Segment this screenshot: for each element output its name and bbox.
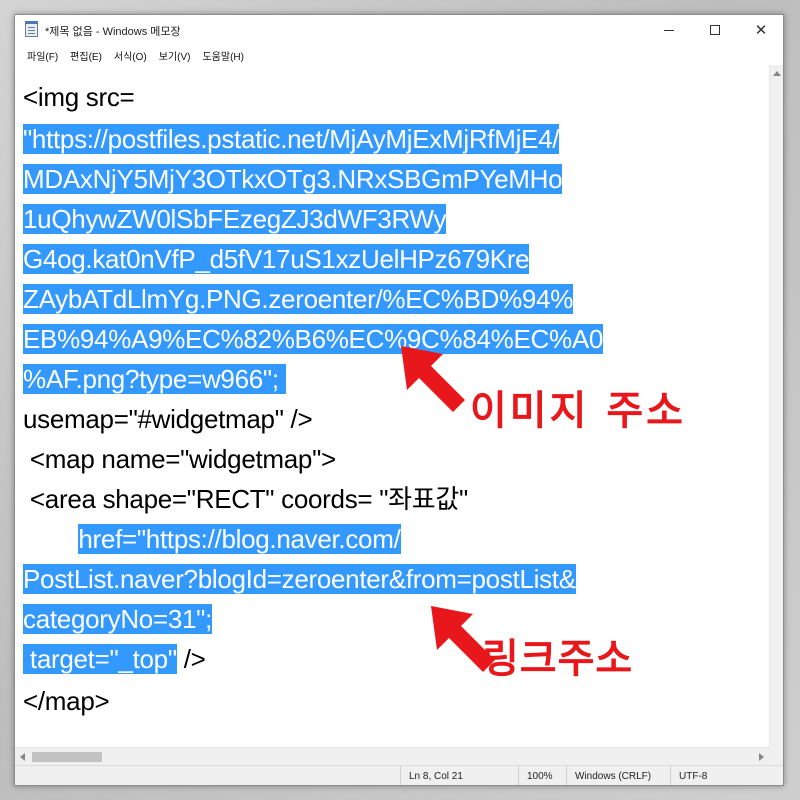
- line-ending: Windows (CRLF): [566, 766, 670, 785]
- editor-line: categoryNo=31";: [23, 603, 212, 635]
- menu-help[interactable]: 도움말(H): [196, 48, 249, 63]
- notepad-icon: [25, 21, 38, 37]
- editor-line: G4og.kat0nVfP_d5fV17uS1xzUelHPz679Kre: [23, 243, 530, 275]
- selected-text: EB%94%A9%EC%82%B6%EC%9C%84%EC%A0: [23, 324, 604, 354]
- menu-format[interactable]: 서식(O): [108, 48, 153, 63]
- status-bar: Ln 8, Col 21 100% Windows (CRLF) UTF-8: [15, 765, 783, 785]
- close-icon: ✕: [754, 20, 768, 39]
- editor-line: <img src=: [23, 81, 135, 113]
- line-text: <map name="widgetmap">: [23, 444, 336, 474]
- close-button[interactable]: ✕: [738, 15, 783, 45]
- scroll-up-icon[interactable]: [773, 71, 781, 76]
- menu-view[interactable]: 보기(V): [153, 48, 197, 63]
- editor-line: ZAybATdLlmYg.PNG.zeroenter/%EC%BD%94%: [23, 283, 573, 315]
- cursor-position: Ln 8, Col 21: [400, 766, 518, 785]
- menu-bar: 파일(F) 편집(E) 서식(O) 보기(V) 도움말(H): [15, 45, 783, 65]
- annotation-arrow-icon: [401, 346, 465, 412]
- line-text: <img src=: [23, 82, 135, 112]
- line-text: usemap="#widgetmap" />: [23, 404, 313, 434]
- editor-line: 1uQhywZW0lSbFEzegZJ3dWF3RWy: [23, 203, 446, 235]
- editor-line: </map>: [23, 685, 110, 717]
- minimize-icon: [664, 29, 674, 31]
- editor-line: %AF.png?type=w966";: [23, 363, 286, 395]
- editor-line: href="https://blog.naver.com/: [23, 523, 401, 555]
- selected-text: PostList.naver?blogId=zeroenter&from=pos…: [23, 564, 576, 594]
- link-address-label: 링크주소: [482, 636, 634, 682]
- screenshot-frame: *제목 없음 - Windows 메모장 ✕ 파일(F) 편집(E) 서식(O)…: [0, 0, 800, 800]
- editor-line: MDAxNjY5MjY3OTkxOTg3.NRxSBGmPYeMHo: [23, 163, 563, 195]
- scroll-right-icon[interactable]: [759, 753, 764, 761]
- line-text: [23, 524, 78, 554]
- editor-line: usemap="#widgetmap" />: [23, 403, 313, 435]
- selected-text: 1uQhywZW0lSbFEzegZJ3dWF3RWy: [23, 204, 447, 234]
- editor-line: target="_top" />: [23, 643, 206, 675]
- menu-file[interactable]: 파일(F): [21, 48, 64, 63]
- line-text: <area shape="RECT" coords= "좌표값": [23, 484, 468, 514]
- editor-line: <area shape="RECT" coords= "좌표값": [23, 483, 468, 515]
- selected-text: target="_top": [23, 644, 177, 674]
- editor-line: "https://postfiles.pstatic.net/MjAyMjExM…: [23, 123, 559, 155]
- minimize-button[interactable]: [646, 15, 692, 45]
- selected-text: ZAybATdLlmYg.PNG.zeroenter/%EC%BD%94%: [23, 284, 574, 314]
- editor-line: EB%94%A9%EC%82%B6%EC%9C%84%EC%A0: [23, 323, 603, 355]
- line-text: />: [176, 644, 206, 674]
- encoding: UTF-8: [670, 766, 783, 785]
- selected-text: G4og.kat0nVfP_d5fV17uS1xzUelHPz679Kre: [23, 244, 530, 274]
- window-title: *제목 없음 - Windows 메모장: [45, 26, 181, 38]
- menu-edit[interactable]: 편집(E): [64, 48, 108, 63]
- zoom-level: 100%: [518, 766, 566, 785]
- selected-text: %AF.png?type=w966";: [23, 364, 286, 394]
- scroll-left-icon[interactable]: [20, 753, 25, 761]
- image-address-label: 이미지 주소: [470, 388, 686, 434]
- vertical-scrollbar[interactable]: [769, 65, 783, 759]
- editor-line: PostList.naver?blogId=zeroenter&from=pos…: [23, 563, 576, 595]
- selected-text: href="https://blog.naver.com/: [78, 524, 401, 554]
- selected-text: categoryNo=31";: [23, 604, 213, 634]
- horizontal-scrollbar[interactable]: [15, 747, 769, 765]
- scrollbar-corner: [769, 747, 783, 765]
- title-bar[interactable]: *제목 없음 - Windows 메모장 ✕: [15, 15, 783, 45]
- editor-line: <map name="widgetmap">: [23, 443, 336, 475]
- selected-text: MDAxNjY5MjY3OTkxOTg3.NRxSBGmPYeMHo: [23, 164, 563, 194]
- horizontal-scroll-thumb[interactable]: [32, 752, 102, 762]
- maximize-button[interactable]: [692, 15, 738, 45]
- line-text: </map>: [23, 686, 110, 716]
- selected-text: "https://postfiles.pstatic.net/MjAyMjExM…: [23, 124, 560, 154]
- maximize-icon: [710, 25, 720, 35]
